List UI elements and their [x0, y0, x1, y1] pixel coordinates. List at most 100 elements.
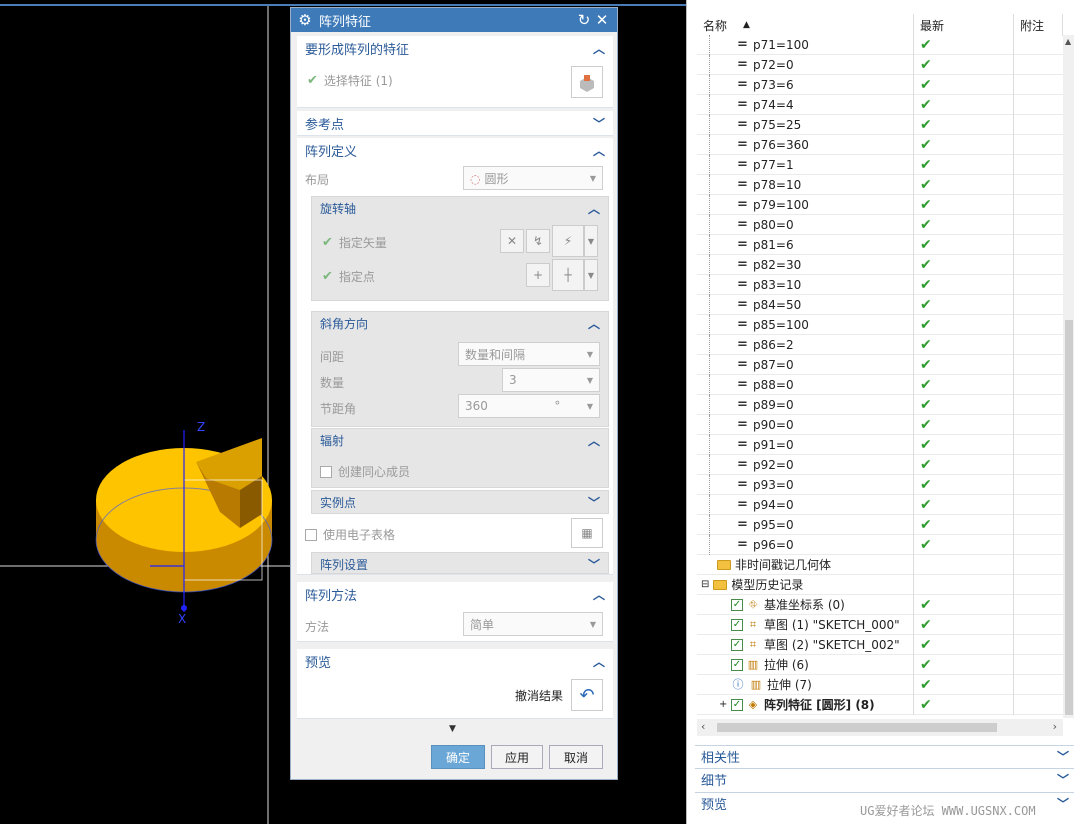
history-row[interactable]: ✓ ⛗ 基准坐标系 (0) ✔ — [697, 594, 1063, 615]
expand-icon[interactable]: + — [719, 699, 727, 710]
group-header-preview[interactable]: 预览 ︿ — [297, 649, 613, 674]
expression-row[interactable]: = p75=25 ✔ — [697, 114, 1063, 135]
history-row[interactable]: ✓ ⌗ 草图 (1) "SKETCH_000" ✔ — [697, 614, 1063, 635]
history-row[interactable]: ⓘ ▥ 拉伸 (7) ✔ — [697, 674, 1063, 695]
history-row[interactable]: ✓ ⌗ 草图 (2) "SKETCH_002" ✔ — [697, 634, 1063, 655]
expression-row[interactable]: = p81=6 ✔ — [697, 234, 1063, 255]
group-header-method[interactable]: 阵列方法 ︿ — [297, 582, 613, 607]
panel-dependencies[interactable]: 相关性 ﹀ — [695, 745, 1074, 767]
expression-row[interactable]: = p92=0 ✔ — [697, 454, 1063, 475]
expression-row[interactable]: = p77=1 ✔ — [697, 154, 1063, 175]
subgroup-instance-point[interactable]: 实例点 ﹀ — [311, 490, 609, 514]
point-dropdown-arrow-icon[interactable]: ▼ — [584, 259, 598, 291]
folder-row-history[interactable]: ⊟ 模型历史记录 — [697, 574, 1063, 595]
feature-checkbox[interactable]: ✓ — [731, 698, 743, 711]
panel-details[interactable]: 细节 ﹀ — [695, 768, 1074, 790]
expression-row[interactable]: = p74=4 ✔ — [697, 94, 1063, 115]
expression-row[interactable]: = p95=0 ✔ — [697, 514, 1063, 535]
expression-row[interactable]: = p96=0 ✔ — [697, 534, 1063, 555]
expression-label: p82=30 — [753, 257, 802, 272]
more-options-arrow-icon[interactable]: ▼ — [449, 724, 456, 734]
undo-result-button[interactable]: ↶ — [571, 679, 603, 711]
up-to-date-check-icon: ✔ — [920, 296, 932, 313]
cancel-button[interactable]: 取消 — [549, 745, 603, 769]
select-feature-row[interactable]: ✔ 选择特征 (1) — [307, 72, 393, 89]
group-header-feature[interactable]: 要形成阵列的特征 ︿ — [297, 36, 613, 61]
vertical-scroll-thumb[interactable] — [1065, 320, 1073, 715]
specify-point-row[interactable]: ✔ 指定点 — [322, 268, 375, 285]
subgroup-header-radiation[interactable]: 辐射 ︿ — [312, 429, 608, 451]
ok-button[interactable]: 确定 — [431, 745, 485, 769]
subgroup-header-angle[interactable]: 斜角方向 ︿ — [312, 312, 608, 334]
subgroup-header-rotation[interactable]: 旋转轴 ︿ — [312, 197, 608, 219]
point-dialog-icon[interactable]: + — [526, 263, 550, 287]
expression-icon: = — [737, 256, 748, 272]
expression-row[interactable]: = p85=100 ✔ — [697, 314, 1063, 335]
expression-row[interactable]: = p94=0 ✔ — [697, 494, 1063, 515]
horizontal-scrollbar[interactable]: ‹ › — [697, 719, 1063, 736]
concentric-members-row[interactable]: 创建同心成员 — [320, 463, 410, 480]
select-feature-button[interactable] — [571, 66, 603, 98]
folder-row-non-timestamp[interactable]: 非时间戳记几何体 — [697, 554, 1063, 575]
spacing-select[interactable]: 数量和间隔 ▼ — [458, 342, 600, 366]
scroll-right-icon[interactable]: › — [1053, 720, 1057, 733]
group-header-definition[interactable]: 阵列定义 ︿ — [297, 138, 613, 163]
expression-row[interactable]: = p72=0 ✔ — [697, 54, 1063, 75]
spreadsheet-icon[interactable]: ▦ — [571, 518, 603, 548]
feature-checkbox[interactable]: ✓ — [731, 618, 743, 631]
expression-row[interactable]: = p76=360 ✔ — [697, 134, 1063, 155]
pitch-angle-input[interactable]: 360 ° ▼ — [458, 394, 600, 418]
expression-row[interactable]: = p89=0 ✔ — [697, 394, 1063, 415]
feature-checkbox[interactable]: ✓ — [731, 598, 743, 611]
feature-checkbox[interactable]: ✓ — [731, 638, 743, 651]
scroll-left-icon[interactable]: ‹ — [701, 720, 705, 733]
vector-dialog-icon[interactable]: ↯ — [526, 229, 550, 253]
expression-row[interactable]: = p87=0 ✔ — [697, 354, 1063, 375]
subgroup-header-instance[interactable]: 实例点 ﹀ — [312, 491, 608, 513]
history-label: 拉伸 (7) — [767, 678, 812, 692]
reverse-direction-icon[interactable]: ✕ — [500, 229, 524, 253]
layout-select[interactable]: ◌ 圆形 ▼ — [463, 166, 603, 190]
point-inferred-icon[interactable]: ┼ — [552, 259, 584, 291]
group-reference-point[interactable]: 参考点 ﹀ — [297, 111, 613, 136]
vector-dropdown-arrow-icon[interactable]: ▼ — [584, 225, 598, 257]
history-row[interactable]: ✓ ▥ 拉伸 (6) ✔ — [697, 654, 1063, 675]
expression-row[interactable]: = p73=6 ✔ — [697, 74, 1063, 95]
expression-row[interactable]: = p90=0 ✔ — [697, 414, 1063, 435]
close-icon[interactable]: ✕ — [593, 11, 611, 29]
vector-inferred-icon[interactable]: ⚡ — [552, 225, 584, 257]
expression-row[interactable]: = p88=0 ✔ — [697, 374, 1063, 395]
method-select[interactable]: 简单 ▼ — [463, 612, 603, 636]
spreadsheet-checkbox[interactable] — [305, 528, 317, 541]
concentric-members-checkbox[interactable] — [320, 465, 332, 478]
spreadsheet-row[interactable]: 使用电子表格 — [305, 526, 395, 543]
column-up-to-date[interactable]: 最新 — [914, 14, 1014, 36]
expression-row[interactable]: = p71=100 ✔ — [697, 35, 1063, 55]
expression-row[interactable]: = p84=50 ✔ — [697, 294, 1063, 315]
column-note[interactable]: 附注 — [1014, 14, 1063, 36]
scroll-up-icon[interactable]: ▲ — [1065, 37, 1071, 46]
expression-row[interactable]: = p91=0 ✔ — [697, 434, 1063, 455]
count-input[interactable]: 3 ▼ — [502, 368, 600, 392]
expression-row[interactable]: = p78=10 ✔ — [697, 174, 1063, 195]
feature-checkbox[interactable]: ✓ — [731, 658, 743, 671]
expression-row[interactable]: = p79=100 ✔ — [697, 194, 1063, 215]
expression-row[interactable]: = p82=30 ✔ — [697, 254, 1063, 275]
horizontal-scroll-thumb[interactable] — [717, 723, 997, 732]
subgroup-title-instance: 实例点 — [320, 495, 357, 510]
expression-row[interactable]: = p93=0 ✔ — [697, 474, 1063, 495]
column-name[interactable]: 名称 ▲ — [697, 14, 914, 36]
expression-row[interactable]: = p80=0 ✔ — [697, 214, 1063, 235]
subgroup-pattern-settings[interactable]: 阵列设置 ﹀ — [311, 552, 609, 574]
reset-icon[interactable]: ↻ — [575, 11, 593, 29]
history-row[interactable]: + ✓ ◈ 阵列特征 [圆形] (8) ✔ — [697, 694, 1063, 715]
subgroup-header-settings[interactable]: 阵列设置 ﹀ — [312, 553, 608, 575]
vertical-scrollbar[interactable]: ▲ — [1063, 35, 1074, 718]
expression-row[interactable]: = p86=2 ✔ — [697, 334, 1063, 355]
expression-row[interactable]: = p83=10 ✔ — [697, 274, 1063, 295]
collapse-icon[interactable]: ⊟ — [701, 579, 709, 590]
group-header-refpoint[interactable]: 参考点 ﹀ — [297, 111, 613, 136]
apply-button[interactable]: 应用 — [491, 745, 543, 769]
specify-vector-row[interactable]: ✔ 指定矢量 — [322, 234, 387, 251]
column-name-label: 名称 — [703, 18, 728, 33]
